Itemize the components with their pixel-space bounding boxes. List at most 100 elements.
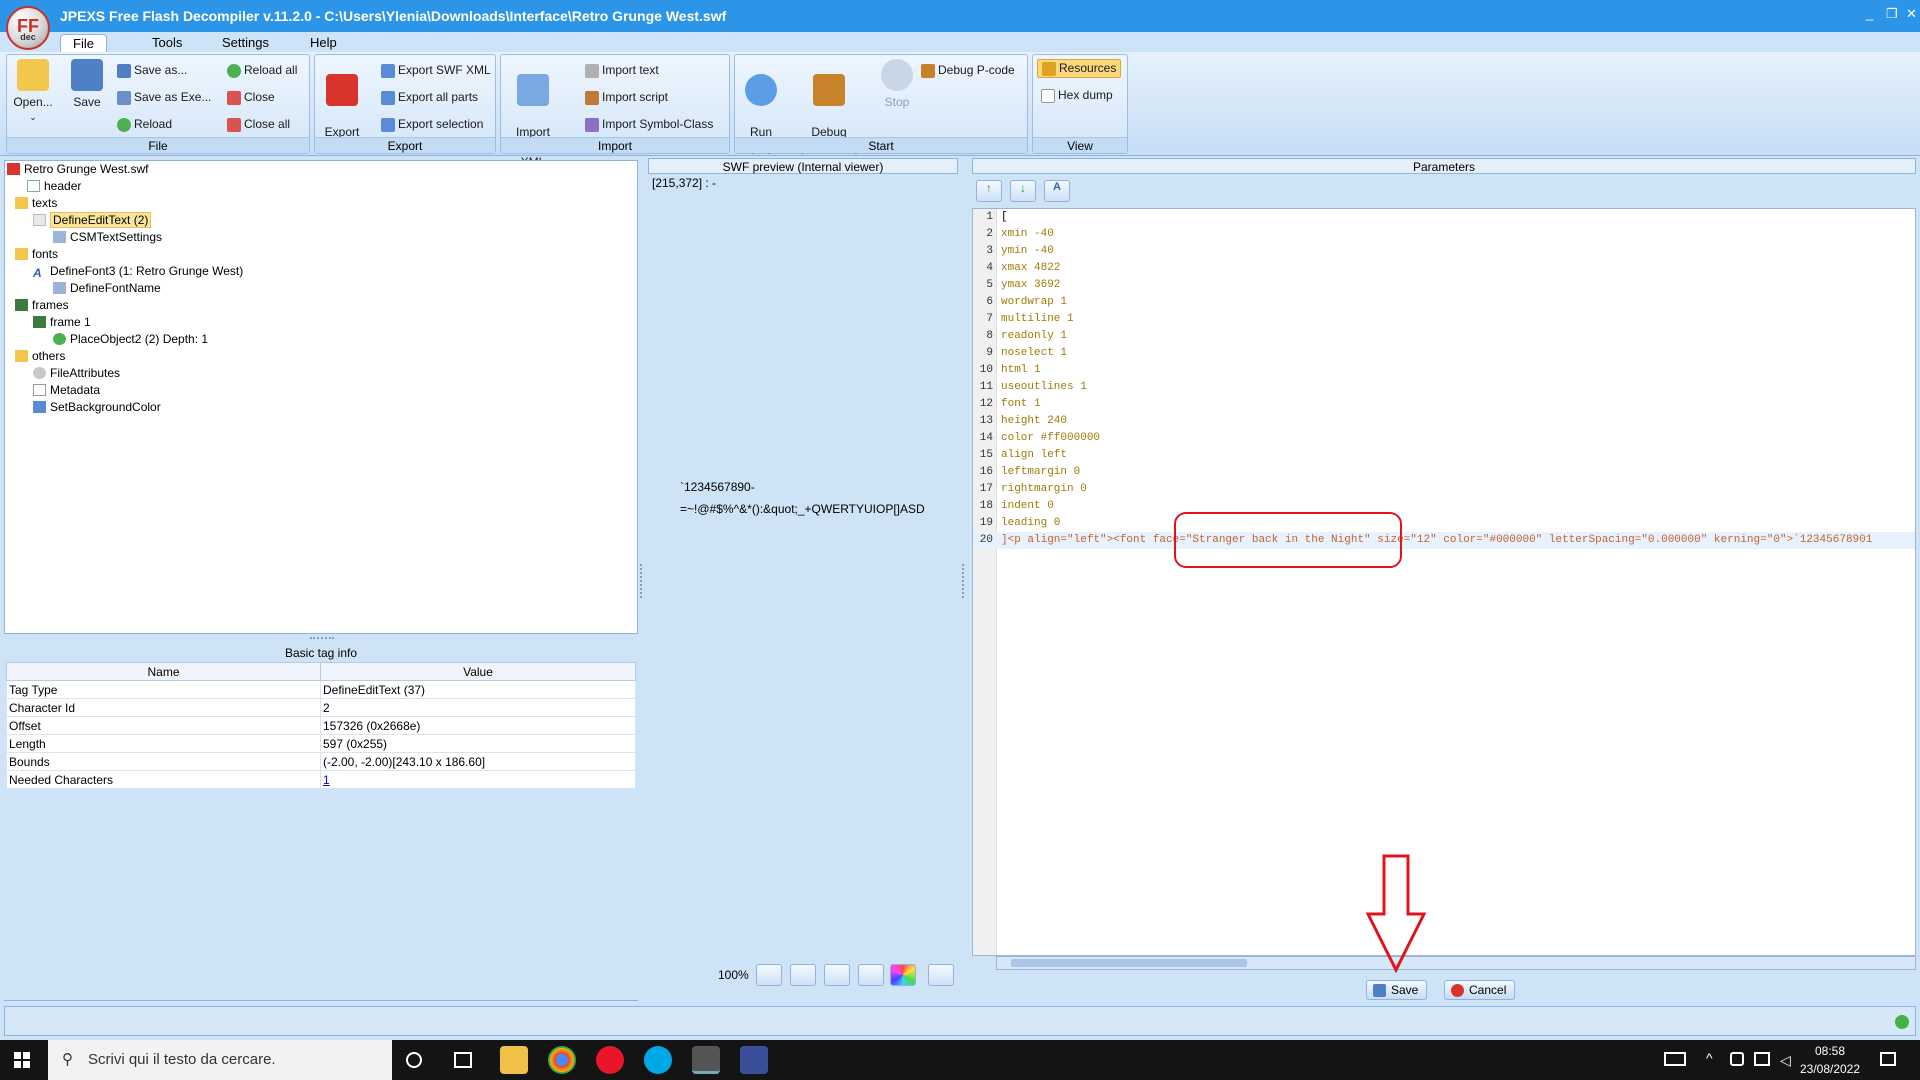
arrow-down-icon[interactable]: ↓: [1010, 180, 1036, 202]
code-line[interactable]: 16 leftmargin 0: [973, 464, 1915, 481]
menu-help[interactable]: Help: [298, 34, 349, 52]
code-line[interactable]: 3 ymin -40: [973, 243, 1915, 260]
network-icon[interactable]: [1754, 1052, 1770, 1066]
tree-node-placeobject2[interactable]: PlaceObject2 (2) Depth: 1: [53, 331, 208, 347]
import-symbol-class-button[interactable]: Import Symbol-Class: [585, 117, 713, 132]
open-button[interactable]: Open... ⌄: [13, 59, 53, 125]
splitter-right[interactable]: [962, 564, 966, 598]
file-explorer-icon[interactable]: [500, 1046, 528, 1074]
tree-node-csmtextsettings[interactable]: CSMTextSettings: [53, 229, 162, 245]
code-line[interactable]: 20]<p align="left"><font face="Stranger …: [973, 532, 1915, 549]
code-line[interactable]: 13 height 240: [973, 413, 1915, 430]
color-picker-icon[interactable]: [890, 964, 916, 986]
code-line[interactable]: 9 noselect 1: [973, 345, 1915, 362]
code-line[interactable]: 12 font 1: [973, 396, 1915, 413]
save-as-button[interactable]: Save as...: [117, 63, 187, 78]
menu-settings[interactable]: Settings: [210, 34, 281, 52]
tree-node-defineedittext[interactable]: DefineEditText (2): [33, 212, 152, 228]
text-format-icon[interactable]: A: [1044, 180, 1070, 202]
code-line[interactable]: 7 multiline 1: [973, 311, 1915, 328]
ffdec-taskbar-icon[interactable]: [692, 1046, 720, 1074]
hex-dump-button[interactable]: Hex dump: [1041, 88, 1113, 103]
close-button[interactable]: ✕: [1906, 6, 1917, 22]
restore-button[interactable]: ❐: [1886, 6, 1898, 22]
code-line[interactable]: 17 rightmargin 0: [973, 481, 1915, 498]
minimize-button[interactable]: _: [1866, 6, 1873, 21]
notifications-icon[interactable]: [1880, 1052, 1896, 1066]
code-line[interactable]: 11 useoutlines 1: [973, 379, 1915, 396]
import-swf-xml-button[interactable]: Import SWF XML: [507, 59, 559, 170]
scrollbar-thumb[interactable]: [1011, 959, 1247, 967]
zoom-reset-icon[interactable]: [824, 964, 850, 986]
tree-node-definefont3[interactable]: A DefineFont3 (1: Retro Grunge West): [33, 263, 243, 280]
stop-button[interactable]: Stop: [873, 59, 921, 110]
close-all-button[interactable]: Close all: [227, 117, 290, 132]
zoom-fit-icon[interactable]: [858, 964, 884, 986]
arrow-up-icon[interactable]: ↑: [976, 180, 1002, 202]
code-line[interactable]: 18 indent 0: [973, 498, 1915, 515]
code-line[interactable]: 4 xmax 4822: [973, 260, 1915, 277]
import-script-button[interactable]: Import script: [585, 90, 668, 105]
tree-node-fileattributes[interactable]: FileAttributes: [33, 365, 120, 381]
cortana-icon[interactable]: [406, 1052, 422, 1068]
cancel-params-button[interactable]: Cancel: [1444, 980, 1516, 1000]
code-line[interactable]: 14 color #ff000000: [973, 430, 1915, 447]
resource-tree[interactable]: Retro Grunge West.swf header texts Defin…: [4, 160, 638, 634]
volume-icon[interactable]: ◁: [1780, 1052, 1791, 1069]
menu-tools[interactable]: Tools: [140, 34, 194, 52]
import-text-button[interactable]: Import text: [585, 63, 659, 78]
tree-node-fonts[interactable]: fonts: [15, 246, 58, 262]
save-as-exe-button[interactable]: Save as Exe...: [117, 90, 211, 105]
splitter-horizontal[interactable]: [310, 637, 334, 641]
tree-node-frame1[interactable]: frame 1: [33, 314, 91, 330]
code-line[interactable]: 19 leading 0: [973, 515, 1915, 532]
export-all-parts-button[interactable]: Export all parts: [381, 90, 478, 105]
parameters-editor[interactable]: 1[2 xmin -40 3 ymin -40 4 xmax 4822 5 ymax 3692…: [972, 208, 1916, 956]
reload-all-button[interactable]: Reload all: [227, 63, 297, 78]
tree-node-setbackgroundcolor[interactable]: SetBackgroundColor: [33, 399, 161, 415]
taskbar-search[interactable]: ⚲ Scrivi qui il testo da cercare.: [48, 1040, 392, 1080]
debug-pcode-button[interactable]: Debug P-code: [921, 63, 1015, 78]
meet-now-icon[interactable]: [1730, 1052, 1744, 1066]
opera-icon[interactable]: [596, 1046, 624, 1074]
save-params-button[interactable]: Save: [1366, 980, 1428, 1000]
code-line[interactable]: 1[: [973, 209, 1915, 226]
line-number: 6: [986, 296, 993, 308]
resources-button[interactable]: Resources: [1037, 59, 1122, 78]
code-line[interactable]: 10 html 1: [973, 362, 1915, 379]
tree-node-metadata[interactable]: Metadata: [33, 382, 100, 398]
tree-node-definefontname[interactable]: DefineFontName: [53, 280, 161, 296]
swf-preview-canvas[interactable]: [215,372] : - `1234567890- =~!@#$%^&*():…: [646, 176, 960, 996]
tree-node-texts[interactable]: texts: [15, 195, 57, 211]
export-swf-xml-button[interactable]: Export SWF XML: [381, 63, 491, 78]
chrome-icon[interactable]: [548, 1046, 576, 1074]
close-file-button[interactable]: Close: [227, 90, 275, 105]
code-line[interactable]: 5 ymax 3692: [973, 277, 1915, 294]
chevron-up-icon[interactable]: ^: [1706, 1050, 1713, 1066]
save-button[interactable]: Save: [67, 59, 107, 110]
skype-icon[interactable]: [644, 1046, 672, 1074]
tree-node-frames[interactable]: frames: [15, 297, 69, 313]
tree-node-root[interactable]: Retro Grunge West.swf: [7, 161, 149, 177]
task-view-icon[interactable]: [454, 1052, 472, 1068]
zoom-in-icon[interactable]: [756, 964, 782, 986]
code-line[interactable]: 2 xmin -40: [973, 226, 1915, 243]
tree-node-others[interactable]: others: [15, 348, 65, 364]
snapshot-icon[interactable]: [928, 964, 954, 986]
export-selection-button[interactable]: Export selection: [381, 117, 483, 132]
zoom-out-icon[interactable]: [790, 964, 816, 986]
needed-characters-link[interactable]: 1: [320, 770, 636, 789]
windows-start-icon[interactable]: [14, 1052, 30, 1068]
app-logo-icon[interactable]: FF dec: [6, 6, 50, 50]
tree-node-header[interactable]: header: [27, 178, 81, 194]
code-line[interactable]: 6 wordwrap 1: [973, 294, 1915, 311]
place-object-icon: [53, 333, 66, 345]
code-line[interactable]: 15 align left: [973, 447, 1915, 464]
app-taskbar-icon[interactable]: [740, 1046, 768, 1074]
keyboard-icon[interactable]: [1664, 1052, 1686, 1066]
horizontal-scrollbar[interactable]: [996, 956, 1916, 970]
menu-file[interactable]: File: [60, 34, 107, 52]
reload-button[interactable]: Reload: [117, 117, 172, 132]
splitter-left[interactable]: [640, 564, 644, 598]
code-line[interactable]: 8 readonly 1: [973, 328, 1915, 345]
